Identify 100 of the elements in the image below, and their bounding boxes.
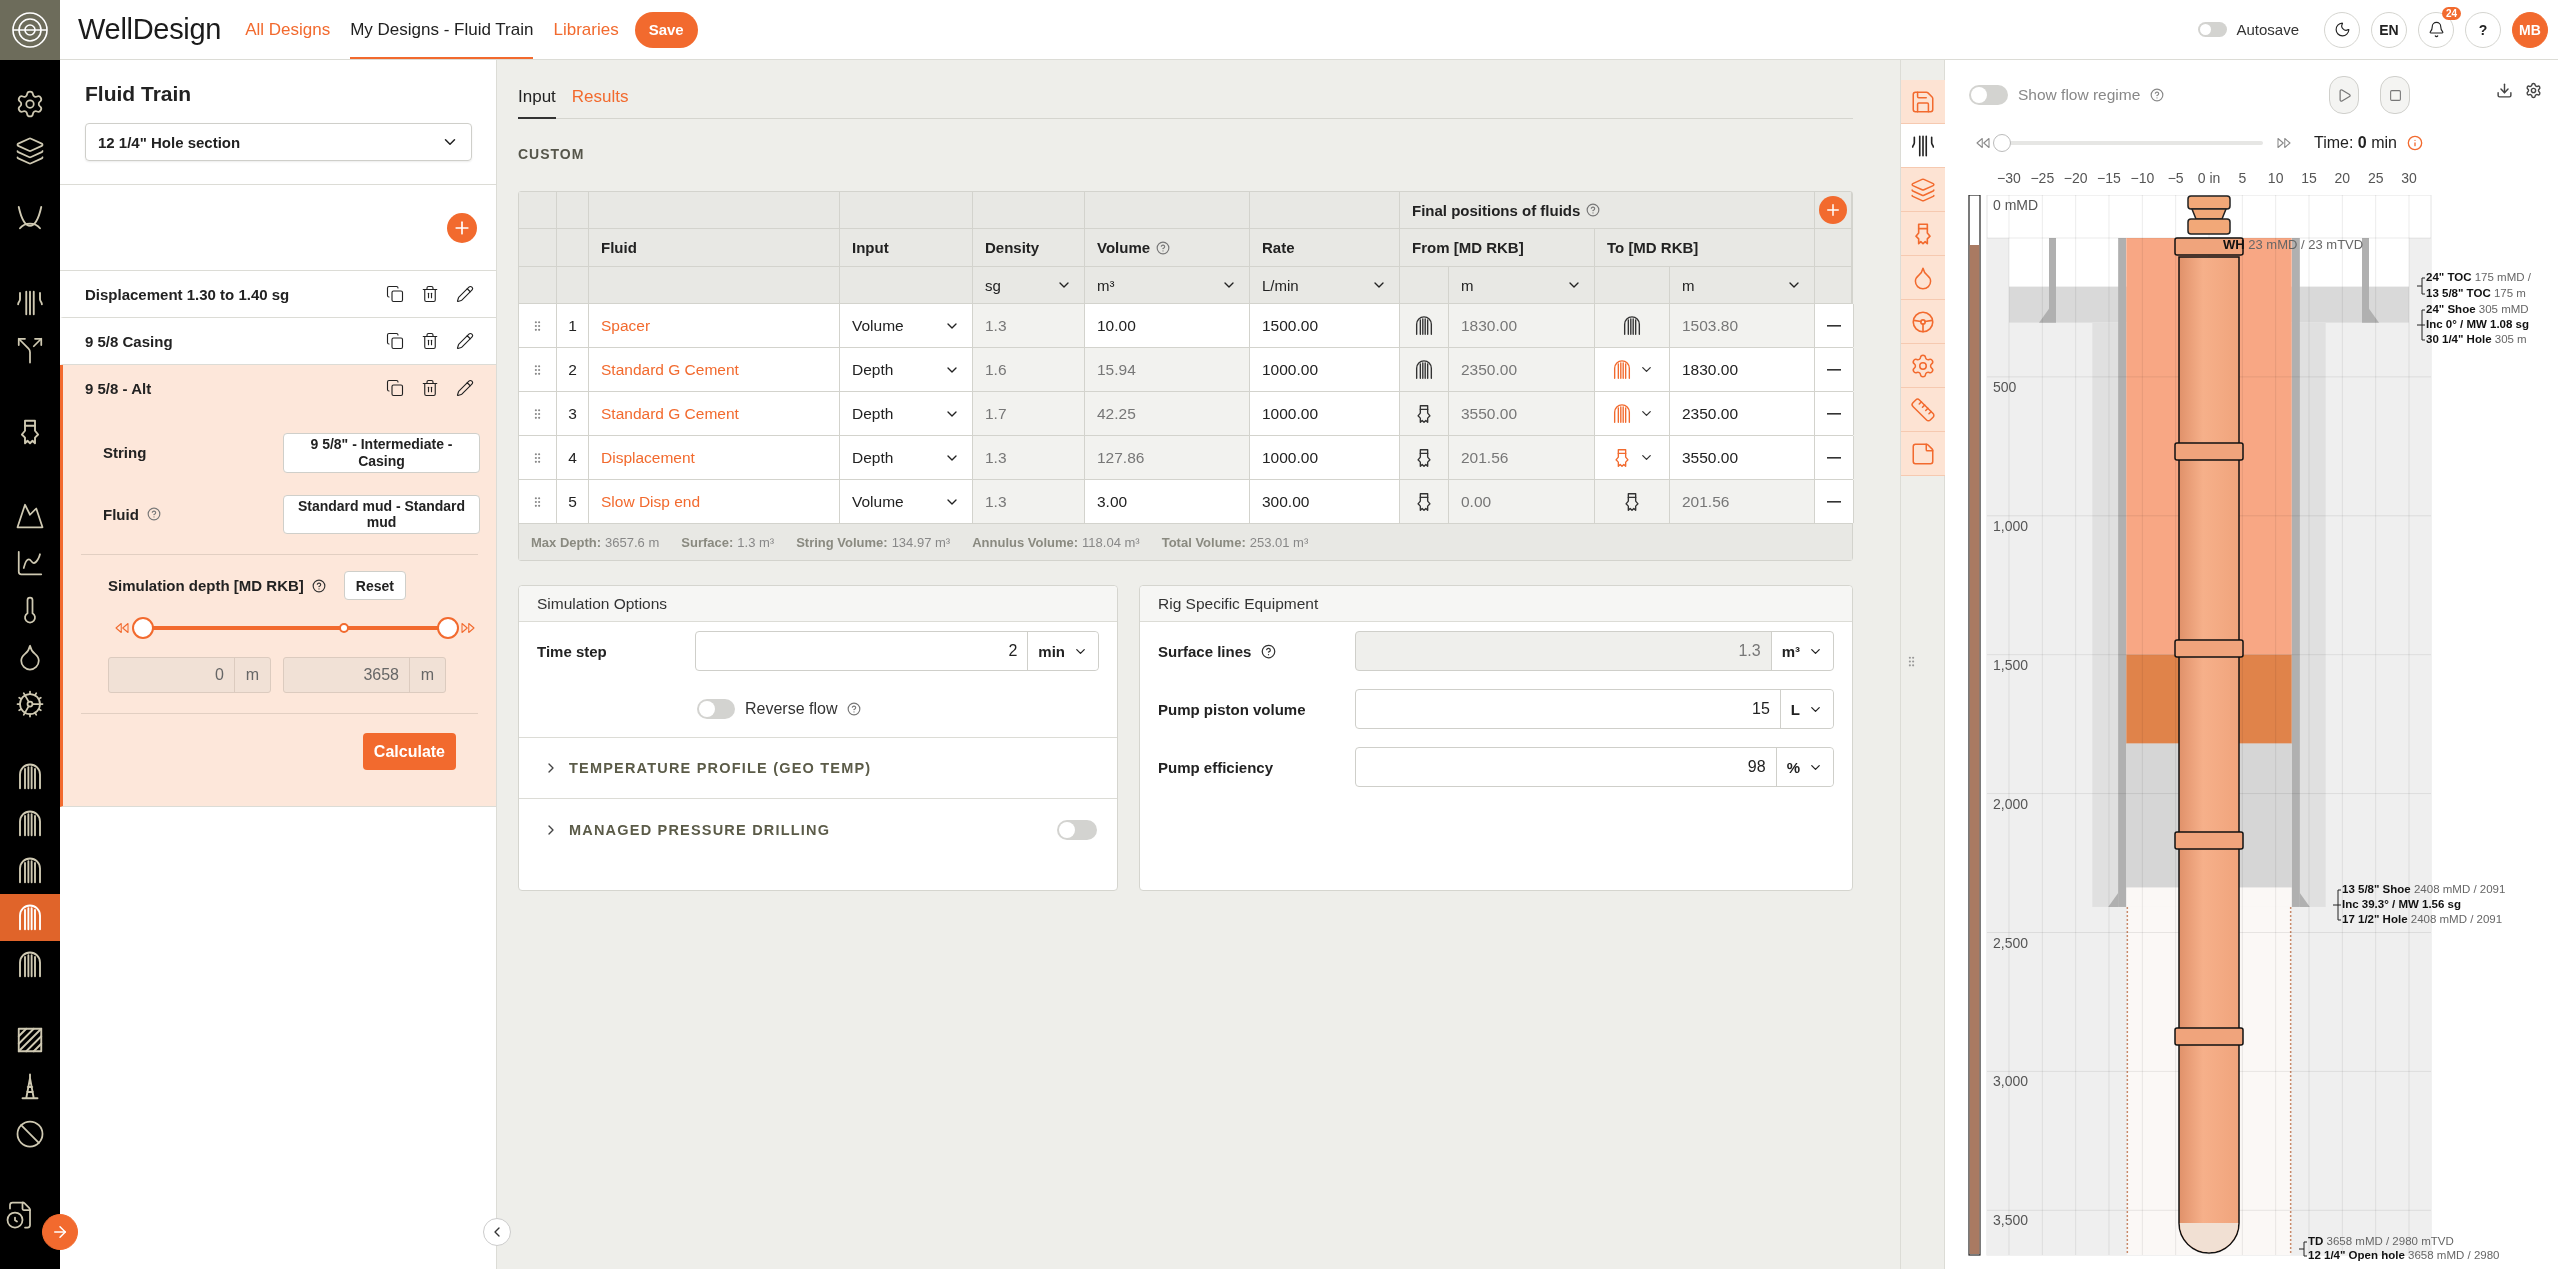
settings-icon[interactable] [2525, 82, 2542, 99]
minus-icon [1827, 368, 1841, 371]
depth-input-field[interactable]: 3658 m [283, 657, 446, 694]
copy-icon[interactable] [386, 379, 404, 397]
column-header: Fluid [601, 239, 637, 256]
tab[interactable]: Input [518, 87, 556, 119]
remove-row-button[interactable] [1827, 412, 1841, 415]
help-button[interactable]: ? [2465, 11, 2501, 48]
unit-select[interactable]: min [1027, 632, 1098, 670]
flow-regime-toggle[interactable] [1969, 85, 2008, 105]
add-button[interactable] [447, 212, 477, 243]
remove-row-button[interactable] [1827, 368, 1841, 371]
settings-icon [1910, 352, 1936, 379]
theme-button[interactable] [2324, 11, 2360, 48]
play-button[interactable] [2329, 76, 2359, 114]
language-button[interactable]: EN [2371, 11, 2407, 48]
panel-header: Rig Specific Equipment [1140, 586, 1852, 622]
depth-label: 1,000 [1993, 517, 2029, 534]
section-select[interactable]: 12 1/4" Hole section [85, 123, 472, 161]
table-cell: 1.3 [973, 304, 1085, 347]
trash-icon[interactable] [421, 285, 439, 303]
table-cell: 42.25 [1085, 392, 1250, 435]
minus-icon [1827, 412, 1841, 415]
number-field[interactable]: 98 % [1355, 747, 1834, 787]
fluid-train-item[interactable]: 9 5/8 - Alt String 9 5/8" - Intermediate - Casing Fluid Standard mud - Standard mud Simulation depth [MD RKB] Reset 0 m 3658 m Calculate [60, 365, 496, 808]
slider-handle[interactable] [132, 617, 154, 640]
layers-icon [1910, 176, 1936, 203]
help-icon [847, 701, 862, 716]
unit-select[interactable]: m³ [1097, 276, 1237, 294]
depth-range-slider[interactable] [132, 617, 459, 640]
unit-select[interactable]: m [1682, 276, 1802, 294]
depth-annotation: TD 3658 mMD / 2980 mTVD [2308, 1234, 2454, 1249]
column-header: Volume [1097, 239, 1151, 256]
reverse-flow-toggle[interactable] [697, 698, 735, 719]
slider-handle[interactable] [1993, 134, 2011, 152]
section-toggle[interactable] [1057, 819, 1097, 840]
depth-annotation: 24" TOC 175 mMD / [2426, 270, 2531, 285]
unit-select[interactable]: L [1779, 690, 1833, 728]
unit-label: m [409, 658, 445, 693]
leader-line [2332, 889, 2342, 921]
table-cell: 127.86 [1085, 436, 1250, 479]
axis-tick-label: −20 [2063, 170, 2088, 186]
stop-button[interactable] [2380, 76, 2410, 114]
depth-input-field[interactable]: 0 m [108, 657, 271, 694]
section-title: MANAGED PRESSURE DRILLING [569, 821, 832, 838]
trash-icon[interactable] [421, 379, 439, 397]
column-header: Input [852, 239, 889, 256]
remove-row-button[interactable] [1827, 456, 1841, 459]
fluid-select[interactable]: Standard mud - Standard mud [283, 494, 480, 535]
steering-wheel-icon [1910, 308, 1936, 335]
depth-label: 0 mMD [1993, 197, 2039, 213]
autosave-toggle[interactable] [2198, 22, 2228, 37]
string-select[interactable]: 9 5/8" - Intermediate - Casing [283, 433, 480, 473]
leader-line [2416, 277, 2426, 295]
unit-select[interactable]: sg [985, 276, 1072, 294]
axis-tick-label: −10 [2130, 170, 2155, 186]
table-cell: 1.3 [973, 480, 1085, 523]
field-label: Pump efficiency [1158, 758, 1274, 776]
trash-icon[interactable] [421, 332, 439, 350]
time-readout: Time: 0 min [2314, 134, 2397, 152]
depth-label: 2,000 [1993, 795, 2029, 812]
table-cell: 1.6 [973, 348, 1085, 391]
pencil-icon[interactable] [456, 379, 474, 397]
stop-icon [2388, 88, 2402, 102]
depth-annotation: 13 5/8" TOC 175 m [2426, 286, 2526, 301]
pencil-icon[interactable] [456, 285, 474, 303]
unit-select[interactable]: m [1461, 276, 1582, 294]
bell-icon [2427, 21, 2445, 38]
reset-button[interactable]: Reset [343, 571, 406, 601]
table-cell: 1830.00 [1449, 304, 1595, 347]
pencil-icon[interactable] [456, 332, 474, 350]
train-name: 9 5/8 Casing [85, 332, 174, 350]
field-label: Pump piston volume [1158, 700, 1306, 718]
settings-icon [15, 88, 45, 119]
time-step-field[interactable]: 2 min [695, 631, 1099, 671]
download-icon[interactable] [2496, 82, 2513, 99]
remove-row-button[interactable] [1827, 324, 1841, 327]
help-icon [146, 507, 161, 522]
copy-icon[interactable] [386, 285, 404, 303]
total-stat: Surface: 1.3 m³ [681, 534, 775, 550]
table-cell: 1.3 [973, 436, 1085, 479]
help-icon [2150, 88, 2165, 102]
plus-icon [1824, 201, 1842, 219]
number-field[interactable]: 15 L [1355, 689, 1834, 729]
table-cell: 1.7 [973, 392, 1085, 435]
unit-select[interactable]: L/min [1262, 276, 1387, 294]
total-stat: Annulus Volume: 118.04 m³ [972, 534, 1140, 550]
field-label: Time step [537, 642, 608, 660]
column-header: Density [985, 239, 1040, 256]
copy-icon[interactable] [386, 332, 404, 350]
layers-icon [15, 135, 45, 166]
slider-handle[interactable] [437, 617, 459, 640]
remove-row-button[interactable] [1827, 500, 1841, 503]
unit-label: m [234, 658, 270, 693]
total-stat: Max Depth: 3657.6 m [531, 534, 660, 550]
save-icon [1910, 88, 1936, 115]
side-tab[interactable] [1901, 124, 1945, 168]
unit-select[interactable]: % [1775, 748, 1833, 786]
toggle-label: Show flow regime [2018, 86, 2141, 104]
sticky-note-icon [1910, 440, 1936, 467]
